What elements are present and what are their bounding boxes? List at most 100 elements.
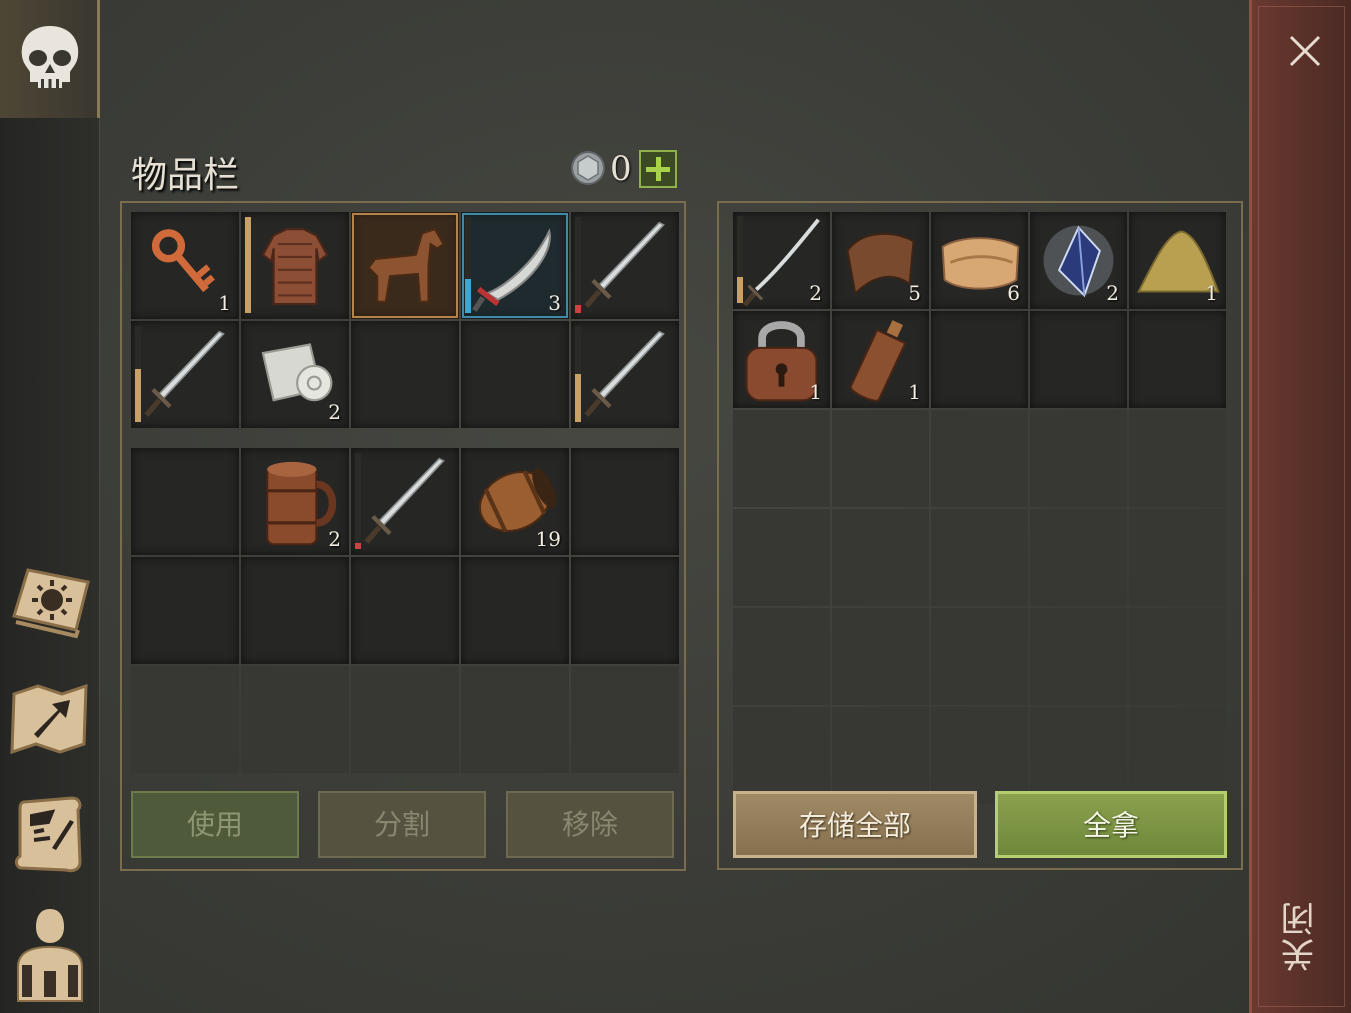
sidebar-item-quests[interactable] xyxy=(8,792,92,876)
bag-slot[interactable]: 2 xyxy=(241,448,349,555)
skull-icon xyxy=(21,26,79,88)
close-icon[interactable] xyxy=(1288,34,1322,68)
loot-slot[interactable] xyxy=(1030,311,1127,408)
sidebar-item-character[interactable] xyxy=(8,905,92,1005)
split-button[interactable]: 分割 xyxy=(318,791,486,858)
loot-slot[interactable] xyxy=(1129,707,1226,804)
loot-slot[interactable] xyxy=(1030,608,1127,705)
durability-bar xyxy=(737,215,743,303)
durability-fill xyxy=(355,543,361,549)
item-count: 2 xyxy=(328,400,341,424)
loot-slot[interactable] xyxy=(832,608,929,705)
durability-bar xyxy=(355,452,361,549)
bag-slot[interactable] xyxy=(571,448,679,555)
chainmail-armor-icon xyxy=(261,228,329,306)
loot-slot[interactable] xyxy=(733,608,830,705)
loot-slot[interactable] xyxy=(931,707,1028,804)
equipment-slot[interactable] xyxy=(571,212,679,319)
loot-slot[interactable]: 2 xyxy=(733,212,830,309)
bag-slot[interactable] xyxy=(131,448,239,555)
durability-fill xyxy=(575,305,581,313)
bag-slot[interactable] xyxy=(131,557,239,664)
loot-slot[interactable]: 6 xyxy=(931,212,1028,309)
loot-slot[interactable] xyxy=(1030,410,1127,507)
bag-slot[interactable] xyxy=(351,448,459,555)
item-count: 2 xyxy=(328,527,341,551)
loot-slot[interactable]: 1 xyxy=(733,311,830,408)
sword-icon xyxy=(144,330,225,417)
loot-slot[interactable] xyxy=(832,410,929,507)
loot-slot[interactable] xyxy=(832,509,929,606)
durability-bar xyxy=(245,216,251,313)
bag-slot[interactable] xyxy=(241,666,349,773)
take-all-button[interactable]: 全拿 xyxy=(995,791,1227,858)
loot-slot[interactable] xyxy=(832,707,929,804)
durability-bar xyxy=(465,216,471,313)
equipment-slot[interactable]: 3 xyxy=(461,212,569,319)
bag-slot[interactable] xyxy=(351,666,459,773)
item-count: 1 xyxy=(908,380,921,404)
durability-fill xyxy=(575,373,581,422)
loot-slot[interactable] xyxy=(1030,509,1127,606)
equipment-slot[interactable] xyxy=(461,321,569,428)
bag-slot[interactable] xyxy=(241,557,349,664)
loot-slot[interactable] xyxy=(733,707,830,804)
item-count: 1 xyxy=(809,380,822,404)
bag-slot[interactable]: 19 xyxy=(461,448,569,555)
item-count: 6 xyxy=(1007,281,1020,305)
store-all-button[interactable]: 存储全部 xyxy=(733,791,977,858)
loot-grid: 2 5 6 2 1 1 1 xyxy=(733,212,1226,804)
sword-icon xyxy=(584,330,665,417)
equipment-slot[interactable] xyxy=(351,212,459,319)
loot-slot[interactable] xyxy=(1129,311,1226,408)
loot-slot[interactable] xyxy=(931,509,1028,606)
equipment-slot[interactable] xyxy=(351,321,459,428)
coin-count: 0 xyxy=(610,149,632,189)
durability-fill xyxy=(465,279,471,313)
sidebar-tab-skull[interactable] xyxy=(0,0,100,118)
equipment-slot[interactable] xyxy=(131,321,239,428)
bag-slot[interactable] xyxy=(571,666,679,773)
loot-slot[interactable] xyxy=(1030,707,1127,804)
sidebar-item-tech[interactable] xyxy=(8,560,92,644)
durability-fill xyxy=(737,276,743,303)
close-panel[interactable]: 关闭 xyxy=(1249,0,1351,1013)
loot-slot[interactable] xyxy=(733,410,830,507)
loot-slot[interactable]: 5 xyxy=(832,212,929,309)
character-icon xyxy=(17,909,83,1002)
equipment-slot[interactable]: 1 xyxy=(131,212,239,319)
item-count: 2 xyxy=(809,281,822,305)
sidebar-item-map[interactable] xyxy=(8,676,92,760)
bag-grid: 2 19 xyxy=(131,448,679,773)
item-count: 1 xyxy=(1205,281,1218,305)
equipment-slot[interactable] xyxy=(241,212,349,319)
use-button[interactable]: 使用 xyxy=(131,791,299,858)
bag-slot[interactable] xyxy=(571,557,679,664)
inventory-title: 物品栏 xyxy=(131,155,240,196)
loot-slot[interactable]: 1 xyxy=(1129,212,1226,309)
durability-fill xyxy=(135,369,141,422)
loot-slot[interactable] xyxy=(1129,509,1226,606)
add-coins-button[interactable] xyxy=(639,150,677,188)
durability-bar xyxy=(575,216,581,313)
bag-slot[interactable] xyxy=(131,666,239,773)
loot-slot[interactable] xyxy=(931,608,1028,705)
plus-icon xyxy=(646,157,670,181)
loot-slot[interactable] xyxy=(1129,410,1226,507)
coin-icon xyxy=(571,151,605,185)
loot-slot[interactable] xyxy=(733,509,830,606)
loot-slot[interactable] xyxy=(1129,608,1226,705)
bag-slot[interactable] xyxy=(351,557,459,664)
loot-slot[interactable] xyxy=(931,410,1028,507)
equipment-slot[interactable]: 2 xyxy=(241,321,349,428)
loot-slot[interactable]: 1 xyxy=(832,311,929,408)
loot-slot[interactable]: 2 xyxy=(1030,212,1127,309)
bag-slot[interactable] xyxy=(461,557,569,664)
close-label[interactable]: 关闭 xyxy=(1281,900,1322,972)
equipment-slot[interactable] xyxy=(571,321,679,428)
item-count: 19 xyxy=(535,527,561,551)
remove-button[interactable]: 移除 xyxy=(506,791,674,858)
item-count: 2 xyxy=(1106,281,1119,305)
bag-slot[interactable] xyxy=(461,666,569,773)
loot-slot[interactable] xyxy=(931,311,1028,408)
